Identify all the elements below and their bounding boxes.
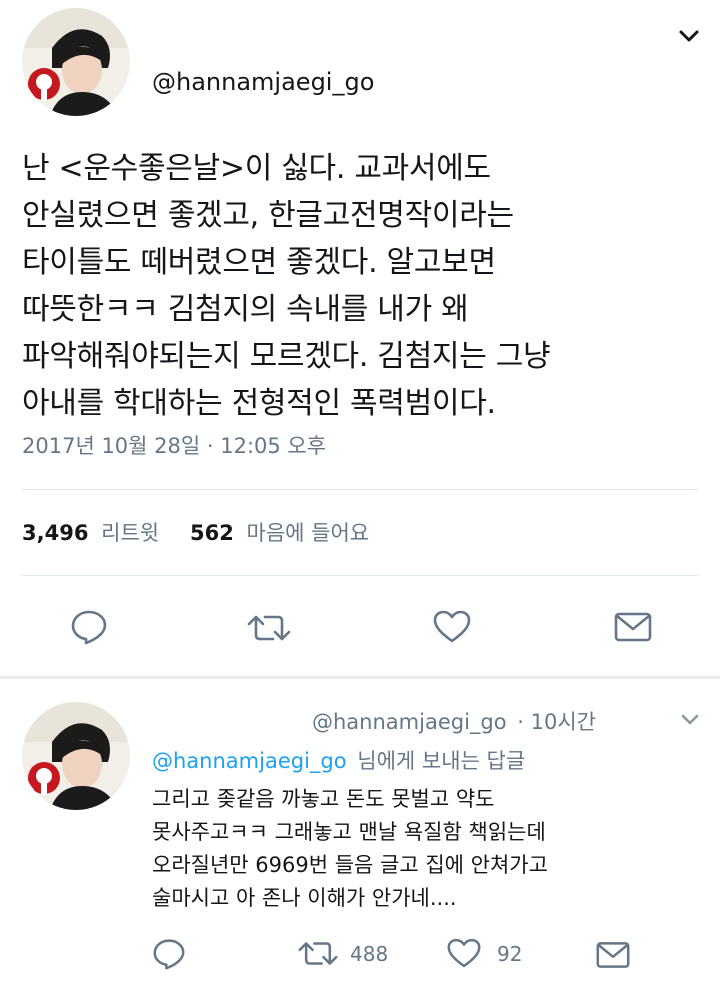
reply-author-avatar[interactable] (22, 702, 130, 810)
reply-author-handle[interactable]: @hannamjaegi_go (312, 710, 507, 734)
replying-to-label: 님에게 보내는 답글 (357, 749, 526, 773)
divider (22, 489, 698, 490)
reply-like-action[interactable]: 92 (447, 938, 522, 969)
reply-retweet-count: 488 (350, 941, 389, 966)
section-separator (0, 676, 720, 679)
replying-to-handle[interactable]: @hannamjaegi_go (152, 749, 347, 773)
retweet-icon[interactable] (247, 611, 291, 645)
divider (22, 575, 698, 576)
like-count: 562 (190, 521, 234, 545)
retweet-count: 3,496 (22, 521, 89, 545)
author-avatar[interactable] (22, 8, 130, 116)
tweet-timestamp[interactable]: 2017년 10월 28일 · 12:05 오후 (22, 430, 326, 460)
replying-to: @hannamjaegi_go 님에게 보내는 답글 (152, 745, 525, 775)
message-icon[interactable] (614, 612, 652, 642)
heart-icon[interactable] (433, 610, 471, 644)
retweet-stats[interactable]: 3,496 리트윗 (22, 517, 159, 547)
reply-icon[interactable] (70, 609, 108, 645)
like-stats[interactable]: 562 마음에 들어요 (190, 517, 369, 547)
reply-retweet-icon (298, 938, 338, 969)
reply-heart-icon (447, 938, 481, 969)
reply-header: @hannamjaegi_go · 10시간 (312, 706, 596, 736)
author-handle[interactable]: @hannamjaegi_go (152, 68, 374, 96)
retweet-label: 리트윗 (101, 521, 160, 545)
chevron-down-icon[interactable] (678, 28, 700, 44)
reply-message-icon[interactable] (596, 941, 630, 969)
reply-text: 그리고 좆같음 까놓고 돈도 못벌고 약도 못사주고ㅋㅋ 그래놓고 맨날 욕질함… (152, 787, 548, 910)
reply-retweet-action[interactable]: 488 (298, 938, 388, 969)
reply-like-count: 92 (497, 941, 523, 966)
reply-chevron-down-icon[interactable] (680, 713, 700, 727)
reply-time[interactable]: · 10시간 (517, 710, 596, 734)
like-label: 마음에 들어요 (246, 521, 370, 545)
reply-reply-icon[interactable] (152, 938, 186, 970)
tweet-text: 난 <운수좋은날>이 싫다. 교과서에도 안실렸으면 좋겠고, 한글고전명작이라… (22, 151, 551, 421)
